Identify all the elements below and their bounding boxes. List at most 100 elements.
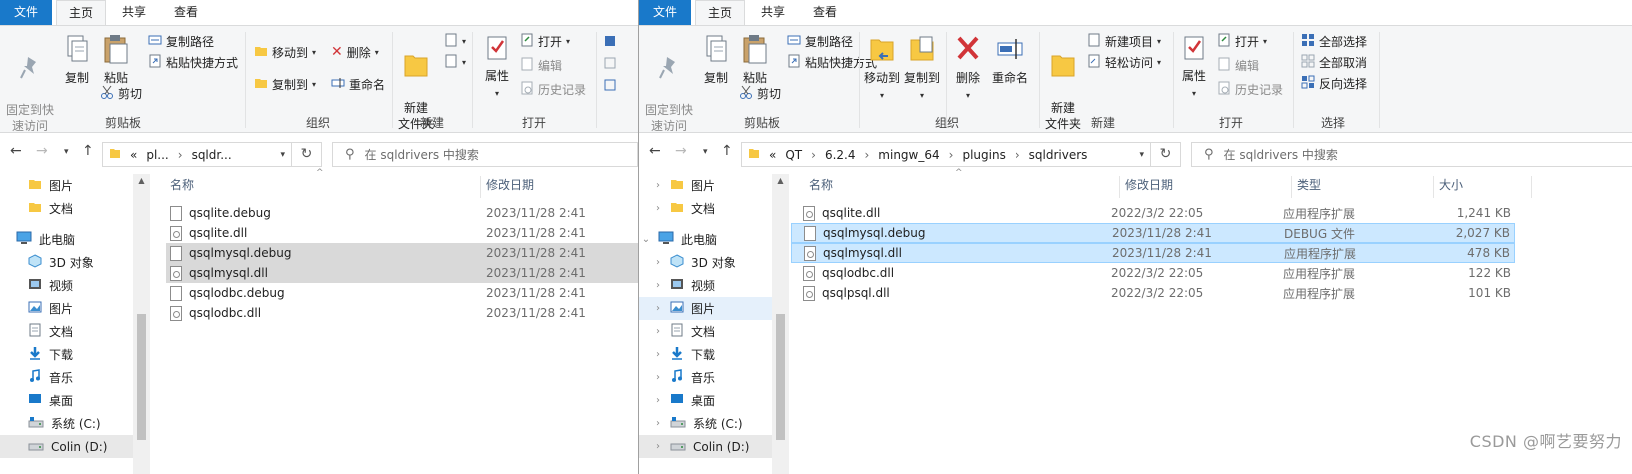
paste-button[interactable]: 粘贴 — [100, 34, 132, 86]
breadcrumb-item[interactable]: QT — [785, 148, 802, 162]
delete-button[interactable]: 删除 ▾ — [951, 34, 985, 104]
new-item-button[interactable]: 新建项目 ▾ — [1087, 31, 1161, 51]
nav-item[interactable]: › 视频 — [639, 274, 772, 297]
easy-access-button[interactable]: ▾ — [442, 52, 466, 72]
back-arrow-icon[interactable]: ← — [10, 143, 22, 159]
file-row[interactable]: qsqlmysql.dll 2023/11/28 2:41 应用程序扩展 478 KB — [791, 243, 1515, 263]
refresh-button[interactable]: ↻ — [1151, 142, 1181, 167]
delete-button[interactable]: ✕ 删除 ▾ — [331, 42, 379, 62]
file-row[interactable]: qsqlodbc.dll 2023/11/28 2:41 — [166, 303, 638, 323]
chevron-right-icon[interactable]: › — [653, 280, 663, 291]
column-separator[interactable] — [1119, 176, 1120, 198]
tab-home[interactable]: 主页 — [695, 0, 745, 25]
scroll-up-arrow-icon[interactable]: ▲ — [133, 176, 150, 185]
move-to-button[interactable]: 移动到 ▾ — [254, 42, 316, 62]
chevron-right-icon[interactable]: › — [653, 257, 663, 268]
nav-item[interactable]: › 系统 (C:) — [639, 412, 772, 435]
edit-button[interactable]: 编辑 — [520, 55, 562, 75]
chevron-right-icon[interactable]: › — [653, 180, 663, 191]
tab-view[interactable]: 查看 — [162, 0, 210, 25]
copy-to-button[interactable]: 复制到 ▾ — [254, 74, 316, 94]
search-input[interactable]: ⚲ 在 sqldrivers 中搜索 — [1191, 142, 1632, 167]
nav-item[interactable]: ⌄ 此电脑 — [639, 228, 772, 251]
nav-item[interactable]: 此电脑 — [0, 228, 133, 251]
chevron-right-icon[interactable]: › — [653, 441, 663, 452]
nav-item[interactable]: Colin (D:) — [0, 435, 133, 458]
file-row[interactable]: qsqlmysql.debug 2023/11/28 2:41 DEBUG 文件 2,… — [791, 223, 1515, 243]
nav-item[interactable]: › 图片 — [639, 297, 772, 320]
new-item-button[interactable]: ▾ — [442, 31, 466, 51]
address-dropdown-icon[interactable]: ▾ — [1139, 150, 1144, 160]
column-separator[interactable] — [1291, 176, 1292, 198]
nav-item[interactable]: 桌面 — [0, 389, 133, 412]
tab-share[interactable]: 共享 — [110, 0, 158, 25]
select-all-button[interactable]: 全部选择 — [1301, 31, 1367, 51]
breadcrumb-item[interactable]: 6.2.4 — [825, 148, 856, 162]
tab-file[interactable]: 文件 — [639, 0, 691, 25]
tab-share[interactable]: 共享 — [749, 0, 797, 25]
forward-arrow-icon[interactable]: → — [675, 143, 687, 159]
new-folder-button[interactable]: 新建 文件夹 — [1043, 34, 1083, 132]
scroll-thumb[interactable] — [137, 314, 146, 440]
chevron-right-icon[interactable]: › — [653, 326, 663, 337]
file-row[interactable]: qsqlodbc.dll 2022/3/2 22:05 应用程序扩展 122 KB — [791, 263, 1515, 283]
up-arrow-icon[interactable]: ↑ — [721, 143, 733, 159]
copy-button[interactable]: 复制 — [701, 34, 731, 86]
nav-item[interactable]: 文档 — [0, 197, 133, 220]
scroll-up-arrow-icon[interactable]: ▲ — [772, 176, 789, 185]
nav-item[interactable]: › 图片 — [639, 174, 772, 197]
breadcrumb-overflow[interactable]: « — [130, 148, 137, 162]
column-header-name[interactable]: 名称 — [170, 176, 194, 193]
column-separator[interactable] — [480, 176, 481, 198]
up-arrow-icon[interactable]: ↑ — [82, 143, 94, 159]
open-button[interactable]: 打开 ▾ — [1217, 31, 1267, 51]
select-none-button-partial[interactable] — [604, 54, 616, 74]
nav-item[interactable]: 图片 — [0, 174, 133, 197]
file-row[interactable]: qsqlodbc.debug 2023/11/28 2:41 — [166, 283, 638, 303]
easy-access-button[interactable]: 轻松访问 ▾ — [1087, 52, 1161, 72]
nav-item[interactable]: 视频 — [0, 274, 133, 297]
chevron-right-icon[interactable]: › — [653, 372, 663, 383]
properties-button[interactable]: 属性 ▾ — [1177, 34, 1211, 102]
nav-item[interactable]: 3D 对象 — [0, 251, 133, 274]
breadcrumb-item[interactable]: sqldrivers — [1029, 148, 1088, 162]
nav-item[interactable]: › 文档 — [639, 197, 772, 220]
nav-item[interactable]: › 下载 — [639, 343, 772, 366]
cut-button[interactable]: 剪切 — [739, 83, 781, 103]
chevron-right-icon[interactable]: › — [653, 395, 663, 406]
nav-item[interactable]: 图片 — [0, 297, 133, 320]
nav-item[interactable]: 音乐 — [0, 366, 133, 389]
nav-item[interactable]: 文档 — [0, 320, 133, 343]
history-button[interactable]: 历史记录 — [1217, 79, 1283, 99]
chevron-down-icon[interactable]: ⌄ — [641, 234, 651, 245]
copy-path-button[interactable]: 复制路径 — [148, 31, 214, 51]
cut-button[interactable]: 剪切 — [100, 83, 142, 103]
nav-item[interactable]: › 桌面 — [639, 389, 772, 412]
breadcrumb-item[interactable]: pl... — [146, 148, 168, 162]
chevron-right-icon[interactable]: › — [653, 418, 663, 429]
nav-item[interactable]: › 3D 对象 — [639, 251, 772, 274]
breadcrumb-item[interactable]: mingw_64 — [878, 148, 939, 162]
file-row[interactable]: qsqlpsql.dll 2022/3/2 22:05 应用程序扩展 101 KB — [791, 283, 1515, 303]
rename-button[interactable]: 重命名 — [987, 34, 1033, 86]
address-dropdown-icon[interactable]: ▾ — [280, 150, 285, 160]
paste-shortcut-button[interactable]: 粘贴快捷方式 — [148, 52, 238, 72]
select-none-button[interactable]: 全部取消 — [1301, 52, 1367, 72]
copy-path-button[interactable]: 复制路径 — [787, 31, 853, 51]
navigation-scrollbar[interactable]: ▲ — [133, 174, 150, 474]
chevron-right-icon[interactable]: › — [653, 303, 663, 314]
column-header-date[interactable]: 修改日期 — [486, 176, 534, 193]
move-to-button[interactable]: 移动到 ▾ — [863, 34, 901, 104]
recent-locations-chevron-icon[interactable]: ▾ — [64, 147, 69, 157]
nav-item[interactable]: › Colin (D:) — [639, 435, 772, 458]
nav-item[interactable]: 系统 (C:) — [0, 412, 133, 435]
column-header-size[interactable]: 大小 — [1439, 176, 1463, 193]
properties-button[interactable]: 属性 ▾ — [480, 34, 514, 102]
address-bar[interactable]: « QT › 6.2.4 › mingw_64 › plugins › sqld… — [741, 142, 1151, 167]
file-row[interactable]: qsqlite.dll 2023/11/28 2:41 — [166, 223, 638, 243]
recent-locations-chevron-icon[interactable]: ▾ — [703, 147, 708, 157]
open-button[interactable]: 打开 ▾ — [520, 31, 570, 51]
tab-view[interactable]: 查看 — [801, 0, 849, 25]
select-all-button-partial[interactable] — [604, 32, 616, 52]
pin-quick-access-button[interactable]: 固定到快 速访问 — [645, 38, 693, 134]
